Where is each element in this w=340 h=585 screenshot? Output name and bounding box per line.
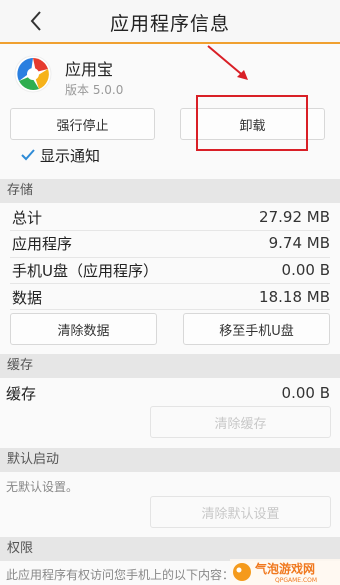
- storage-row-app: 应用程序 9.74 MB: [12, 231, 330, 255]
- cache-section-header: 缓存: [0, 354, 340, 378]
- row-value: 27.92 MB: [259, 208, 330, 226]
- app-version: 版本 5.0.0: [65, 83, 124, 97]
- watermark-title: 气泡游戏网: [254, 561, 315, 576]
- title-bar: 应用程序信息: [0, 0, 340, 44]
- row-value: 18.18 MB: [259, 288, 330, 306]
- permissions-hint: 此应用程序有权访问您手机上的以下内容：: [6, 568, 235, 582]
- divider: [10, 283, 330, 284]
- app-name: 应用宝: [65, 60, 114, 79]
- clear-data-button[interactable]: 清除数据: [10, 313, 157, 345]
- clear-cache-button[interactable]: 清除缓存: [150, 406, 331, 438]
- storage-row-usb: 手机U盘（应用程序） 0.00 B: [12, 258, 330, 282]
- permissions-section-header: 权限: [0, 537, 340, 561]
- annotation-arrow: [207, 45, 248, 80]
- cache-row: 缓存 0.00 B: [6, 381, 330, 405]
- row-label: 数据: [12, 288, 43, 307]
- divider: [10, 230, 330, 231]
- storage-section-header: 存储: [0, 179, 340, 203]
- show-notification-toggle[interactable]: 显示通知: [20, 143, 100, 167]
- page-title: 应用程序信息: [109, 13, 230, 35]
- storage-row-total: 总计 27.92 MB: [12, 205, 330, 229]
- divider: [10, 257, 330, 258]
- annotation-highlight-box: [196, 95, 308, 151]
- clear-defaults-button[interactable]: 清除默认设置: [150, 496, 331, 528]
- divider: [10, 309, 330, 310]
- row-label: 手机U盘（应用程序）: [12, 261, 158, 280]
- default-launch-section-header: 默认启动: [0, 448, 340, 472]
- row-label: 缓存: [6, 384, 37, 403]
- row-value: 9.74 MB: [268, 234, 330, 252]
- checkbox[interactable]: [20, 147, 36, 163]
- watermark-logo: 气泡游戏网 QPGAME.COM: [230, 559, 340, 585]
- storage-row-data: 数据 18.18 MB: [12, 285, 330, 309]
- force-stop-button[interactable]: 强行停止: [10, 108, 155, 140]
- show-notification-label: 显示通知: [40, 146, 101, 165]
- row-label: 总计: [12, 208, 43, 227]
- move-to-usb-button[interactable]: 移至手机U盘: [183, 313, 330, 345]
- row-label: 应用程序: [12, 234, 73, 253]
- checkmark-icon: [21, 149, 35, 161]
- app-icon: [14, 55, 52, 93]
- default-launch-hint: 无默认设置。: [6, 480, 79, 494]
- watermark-url: QPGAME.COM: [275, 577, 317, 584]
- row-value: 0.00 B: [281, 261, 330, 279]
- row-value: 0.00 B: [281, 384, 330, 402]
